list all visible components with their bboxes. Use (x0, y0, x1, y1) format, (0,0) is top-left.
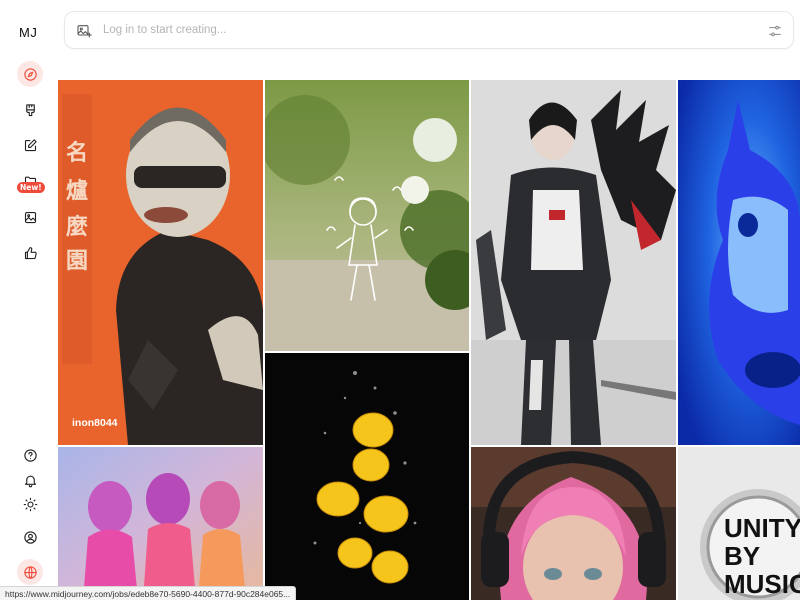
bell-icon (24, 475, 36, 487)
gallery-tile-pink-hair[interactable] (471, 447, 676, 600)
image-icon (24, 211, 36, 223)
help-button[interactable] (17, 442, 43, 468)
prompt-input[interactable] (103, 20, 743, 40)
logo[interactable]: MJ (19, 25, 37, 40)
gallery-tile-lemons[interactable] (265, 353, 469, 600)
user-circle-icon (23, 530, 37, 544)
prompt-bar (64, 11, 794, 49)
new-badge: New! (17, 182, 45, 193)
sidebar-item-create[interactable] (17, 97, 43, 123)
sidebar-item-personalize[interactable] (17, 204, 43, 230)
notifications-button[interactable] (17, 467, 43, 493)
brush-icon (25, 103, 35, 116)
sidebar-item-edit[interactable] (17, 132, 43, 158)
pencil-square-icon (24, 138, 37, 151)
gallery-tile-poster[interactable]: 名 爐 麼 園 inon8044 (58, 80, 263, 445)
thumbs-up-icon (24, 246, 37, 259)
svg-text:名: 名 (66, 140, 88, 166)
tile-caption: inon8044 (72, 417, 118, 429)
gallery-tile-unity[interactable]: UNITY BY MUSIC (678, 447, 800, 600)
question-circle-icon (23, 448, 37, 462)
gallery-tile-doodle[interactable] (265, 80, 469, 351)
svg-text:爐: 爐 (66, 179, 88, 204)
language-button[interactable] (17, 559, 43, 585)
account-button[interactable] (17, 524, 43, 550)
svg-text:園: 園 (66, 249, 88, 274)
sidebar-item-rank[interactable] (17, 240, 43, 266)
settings-sliders-icon[interactable] (767, 23, 783, 39)
gallery-tile-horse[interactable] (678, 80, 800, 445)
sun-icon (23, 497, 37, 511)
status-bar-url: https://www.midjourney.com/jobs/edeb8e70… (0, 586, 297, 600)
gallery-tile-pastel[interactable] (58, 447, 263, 600)
globe-icon (23, 565, 37, 579)
svg-text:麼: 麼 (66, 214, 88, 240)
explore-gallery: 名 爐 麼 園 inon8044 UNITY BY MUSIC (58, 80, 800, 600)
gallery-tile-mecha[interactable] (471, 80, 676, 445)
theme-toggle[interactable] (17, 491, 43, 517)
add-image-icon[interactable] (76, 23, 92, 39)
compass-icon (23, 67, 37, 81)
sidebar-item-explore[interactable] (17, 61, 43, 87)
app-root: MJ New! Log in to start creating... 名 爐 … (0, 0, 800, 600)
sidebar: MJ New! (0, 0, 58, 600)
